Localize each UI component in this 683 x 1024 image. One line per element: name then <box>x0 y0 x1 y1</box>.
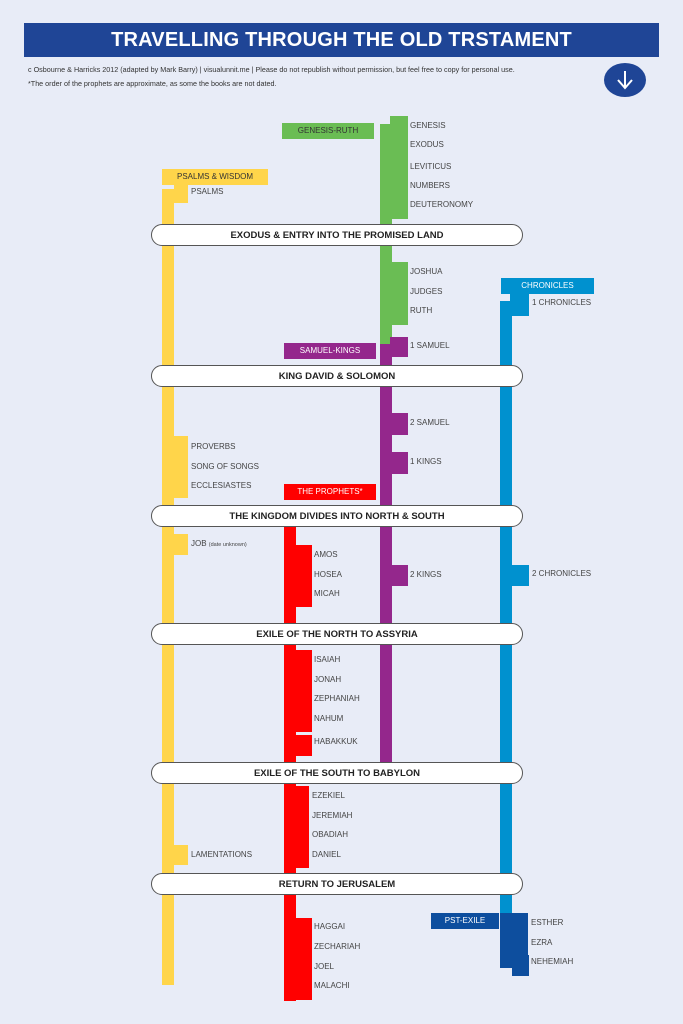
book-ecclesiastes: ECCLESIASTES <box>191 481 252 490</box>
lamentations-marker <box>174 845 188 865</box>
book-1-samuel: 1 SAMUEL <box>410 341 450 350</box>
book-zechariah: ZECHARIAH <box>314 942 361 951</box>
book-judges: JUDGES <box>410 287 443 296</box>
book-exodus: EXODUS <box>410 140 444 149</box>
1-chronicles-marker <box>510 294 529 316</box>
event-exile-north-assyria: EXILE OF THE NORTH TO ASSYRIA <box>151 623 523 645</box>
book-malachi: MALACHI <box>314 981 350 990</box>
book-ruth: RUTH <box>410 306 433 315</box>
nehemiah-marker <box>512 955 529 976</box>
group-label-psalms-wisdom: PSALMS & WISDOM <box>162 169 268 185</box>
book-deuteronomy: DEUTERONOMY <box>410 200 474 209</box>
page-title: TRAVELLING THROUGH THE OLD TRSTAMENT <box>24 23 659 57</box>
book-leviticus: LEVITICUS <box>410 162 452 171</box>
book-obadiah: OBADIAH <box>312 830 349 839</box>
prophets-note: *The order of the prophets are approxima… <box>28 79 277 88</box>
psalms-marker <box>174 185 188 203</box>
book-proverbs: PROVERBS <box>191 442 236 451</box>
chronicles-timeline-bar <box>500 301 512 913</box>
event-return-jerusalem: RETURN TO JERUSALEM <box>151 873 523 895</box>
book-song-of-songs: SONG OF SONGS <box>191 462 260 471</box>
assyria-prophets-marker <box>294 650 312 732</box>
arrow-down-icon <box>617 71 633 90</box>
book-numbers: NUMBERS <box>410 181 451 190</box>
1-kings-marker <box>390 452 408 474</box>
book-job: JOB (date unknown) <box>191 539 247 548</box>
book-2-kings: 2 KINGS <box>410 570 442 579</box>
2-kings-marker <box>390 565 408 586</box>
event-exodus-entry: EXODUS & ENTRY INTO THE PROMISED LAND <box>151 224 523 246</box>
book-hosea: HOSEA <box>314 570 343 579</box>
book-joel: JOEL <box>314 962 335 971</box>
book-isaiah: ISAIAH <box>314 655 341 664</box>
return-prophets-marker <box>294 918 312 1000</box>
book-jeremiah: JEREMIAH <box>312 811 353 820</box>
group-label-samuel-kings: SAMUEL-KINGS <box>284 343 376 359</box>
habakkuk-marker <box>294 735 312 756</box>
book-2-samuel: 2 SAMUEL <box>410 418 450 427</box>
babylon-prophets-marker <box>294 786 309 868</box>
book-lamentations: LAMENTATIONS <box>191 850 253 859</box>
2-chronicles-marker <box>510 565 529 586</box>
book-haggai: HAGGAI <box>314 922 346 931</box>
scroll-down-button[interactable] <box>604 63 646 97</box>
samuel-kings-timeline-bar <box>380 344 392 764</box>
book-habakkuk: HABAKKUK <box>314 737 358 746</box>
book-amos: AMOS <box>314 550 338 559</box>
group-label-post-exile: PST-EXILE <box>431 913 499 929</box>
book-1-kings: 1 KINGS <box>410 457 442 466</box>
book-esther: ESTHER <box>531 918 564 927</box>
2-samuel-marker <box>390 413 408 435</box>
book-psalms: PSALMS <box>191 187 224 196</box>
event-kingdom-divides: THE KINGDOM DIVIDES INTO NORTH & SOUTH <box>151 505 523 527</box>
book-daniel: DANIEL <box>312 850 341 859</box>
job-date-note: (date unknown) <box>208 542 247 548</box>
book-nahum: NAHUM <box>314 714 344 723</box>
joshua-ruth-marker <box>390 262 408 325</box>
event-exile-south-babylon: EXILE OF THE SOUTH TO BABYLON <box>151 762 523 784</box>
book-joshua: JOSHUA <box>410 267 443 276</box>
book-2-chronicles: 2 CHRONICLES <box>532 569 592 578</box>
credit-line: c Osbourne & Harricks 2012 (adapted by M… <box>28 65 515 74</box>
job-marker <box>174 534 188 555</box>
book-ezekiel: EZEKIEL <box>312 791 345 800</box>
book-micah: MICAH <box>314 589 340 598</box>
event-king-david-solomon: KING DAVID & SOLOMON <box>151 365 523 387</box>
group-label-genesis-ruth: GENESIS-RUTH <box>282 123 374 139</box>
book-jonah: JONAH <box>314 675 342 684</box>
book-zephaniah: ZEPHANIAH <box>314 694 360 703</box>
book-nehemiah: NEHEMIAH <box>531 957 574 966</box>
proverbs-marker <box>174 436 188 498</box>
group-label-chronicles: CHRONICLES <box>501 278 594 294</box>
1-samuel-marker <box>390 337 408 357</box>
book-1-chronicles: 1 CHRONICLES <box>532 298 592 307</box>
pentateuch-marker <box>390 116 408 219</box>
wisdom-timeline-bar <box>162 189 174 985</box>
book-ezra: EZRA <box>531 938 553 947</box>
book-genesis: GENESIS <box>410 121 446 130</box>
north-prophets-marker <box>294 545 312 607</box>
group-label-prophets: THE PROPHETS* <box>284 484 376 500</box>
